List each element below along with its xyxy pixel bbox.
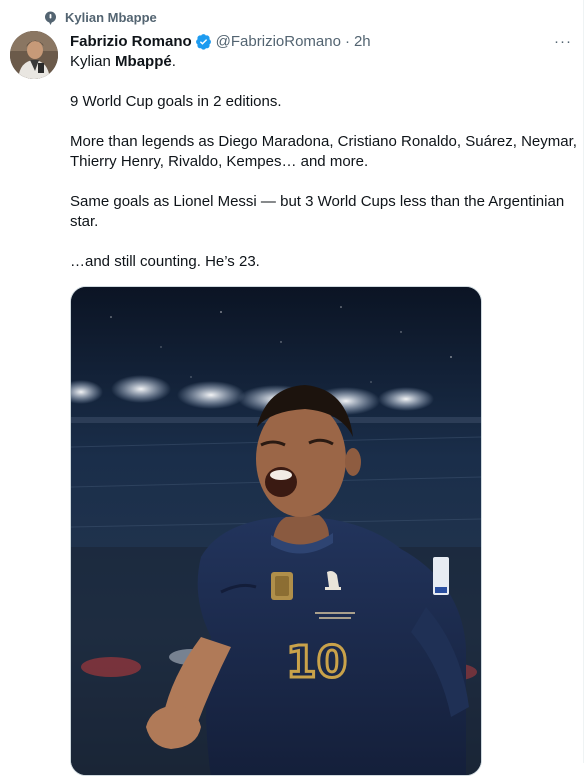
- avatar-image: [10, 31, 58, 79]
- tweet-text: Kylian Mbappé. 9 World Cup goals in 2 ed…: [70, 52, 578, 292]
- context-label[interactable]: Kylian Mbappe: [65, 10, 157, 25]
- author-handle[interactable]: @FabrizioRomano: [216, 33, 341, 50]
- tweet-photo[interactable]: 10: [70, 286, 482, 776]
- verified-badge-icon: [195, 33, 211, 50]
- separator-dot: ·: [344, 32, 350, 50]
- pin-icon: [45, 11, 56, 25]
- tweet[interactable]: Kylian Mbappe Fabrizio Romano @FabrizioR…: [0, 0, 584, 776]
- shirt-number: 10: [286, 637, 347, 688]
- more-options-button[interactable]: ···: [553, 31, 573, 51]
- tweet-paragraph-1: Kylian Mbappé.: [70, 53, 176, 70]
- tweet-paragraph-2: 9 World Cup goals in 2 editions.: [70, 93, 282, 110]
- tweet-header: Fabrizio Romano @FabrizioRomano · 2h ···: [70, 31, 573, 51]
- pinned-context: Kylian Mbappe: [44, 10, 157, 25]
- photo-player-celebrating: 10: [71, 287, 481, 775]
- author-name[interactable]: Fabrizio Romano: [70, 33, 192, 50]
- timestamp[interactable]: 2h: [354, 33, 371, 50]
- tweet-paragraph-3: More than legends as Diego Maradona, Cri…: [70, 133, 577, 170]
- avatar[interactable]: [10, 31, 58, 79]
- more-icon: ···: [554, 32, 572, 50]
- tweet-paragraph-5: …and still counting. He’s 23.: [70, 253, 260, 270]
- tweet-paragraph-4: Same goals as Lionel Messi — but 3 World…: [70, 193, 565, 230]
